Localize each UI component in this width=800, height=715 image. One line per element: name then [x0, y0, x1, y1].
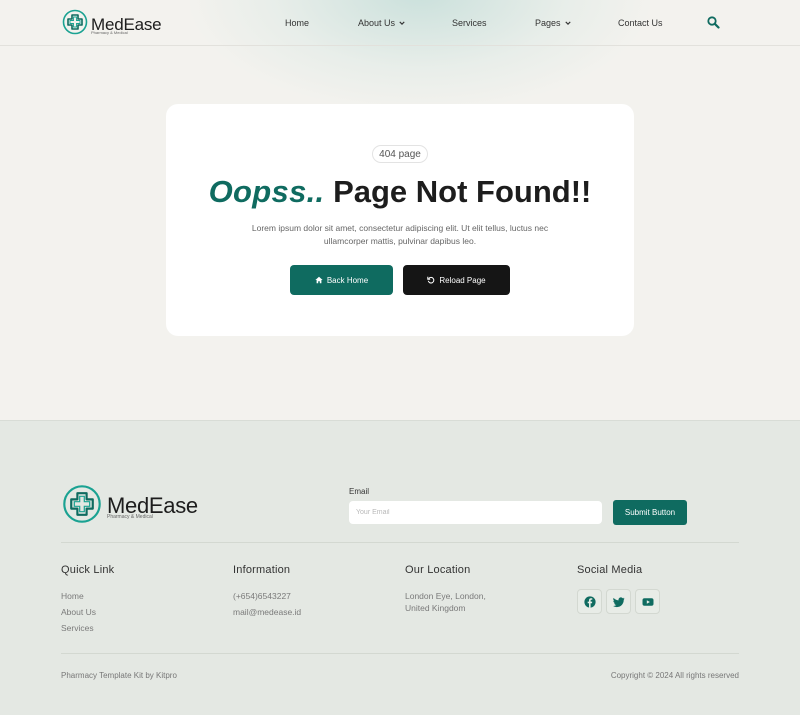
location-line-2: United Kingdom	[405, 603, 466, 613]
medical-cross-logo-icon	[62, 9, 88, 40]
social-media-title: Social Media	[577, 564, 643, 576]
nav-about-us-label: About Us	[358, 18, 396, 28]
main-section: MedEase Pharmacy & Medical Home About Us…	[0, 0, 800, 420]
social-links	[577, 589, 660, 614]
email-label: Email	[349, 487, 370, 496]
nav-contact-us-label: Contact Us	[618, 18, 663, 28]
twitter-icon[interactable]	[606, 589, 631, 614]
information-title: Information	[233, 564, 291, 576]
footer-bottom-divider	[61, 653, 739, 654]
brand-logo[interactable]: MedEase Pharmacy & Medical	[62, 9, 162, 40]
error-card: 404 page Oopss.. Page Not Found!! Lorem …	[166, 104, 634, 336]
reload-page-label: Reload Page	[439, 275, 486, 285]
error-badge: 404 page	[372, 145, 428, 163]
copyright-text: Copyright © 2024 All rights reserved	[610, 671, 739, 680]
search-icon[interactable]	[707, 16, 720, 29]
footer-credit: Pharmacy Template Kit by Kitpro	[61, 671, 177, 680]
youtube-icon[interactable]	[635, 589, 660, 614]
quick-link-title: Quick Link	[61, 564, 115, 576]
nav-services-label: Services	[452, 18, 487, 28]
nav-pages-label: Pages	[535, 18, 561, 28]
reload-icon	[427, 276, 435, 284]
chevron-down-icon	[399, 21, 405, 25]
footer-link-about-us[interactable]: About Us	[61, 606, 114, 618]
footer-link-home[interactable]: Home	[61, 590, 114, 602]
home-icon	[315, 276, 323, 284]
footer-brand-tagline: Pharmacy & Medical	[107, 514, 153, 520]
quick-link-column: Quick Link Home About Us Services	[61, 564, 114, 638]
back-home-button[interactable]: Back Home	[290, 265, 393, 295]
navbar: MedEase Pharmacy & Medical Home About Us…	[0, 0, 800, 46]
headline-rest: Page Not Found!!	[333, 174, 592, 209]
page-title: Oopss.. Page Not Found!!	[166, 174, 634, 210]
location-column: Our Location London Eye, London, United …	[405, 564, 486, 614]
nav-home-label: Home	[285, 18, 310, 28]
location-title: Our Location	[405, 564, 471, 576]
nav-contact-us[interactable]: Contact Us	[618, 18, 663, 28]
headline-accent: Oopss..	[208, 174, 325, 209]
reload-page-button[interactable]: Reload Page	[403, 265, 510, 295]
brand-tagline: Pharmacy & Medical	[91, 30, 128, 35]
submit-button[interactable]: Submit Button	[613, 500, 687, 525]
back-home-label: Back Home	[326, 275, 369, 285]
social-media-column: Social Media	[577, 564, 660, 614]
footer-brand-logo[interactable]: MedEase Pharmacy & Medical	[62, 484, 198, 529]
email-field[interactable]	[349, 501, 602, 524]
chevron-down-icon	[564, 21, 571, 25]
nav-home[interactable]: Home	[285, 18, 309, 28]
nav-pages[interactable]: Pages	[535, 18, 571, 28]
footer-divider	[61, 542, 739, 543]
contact-phone: (+654)6543227	[233, 591, 291, 601]
medical-cross-logo-icon	[62, 484, 102, 529]
footer-link-services[interactable]: Services	[61, 622, 114, 634]
nav-about-us[interactable]: About Us	[358, 18, 405, 28]
error-description: Lorem ipsum dolor sit amet, consectetur …	[251, 223, 549, 246]
information-column: Information (+654)6543227 mail@medease.i…	[233, 564, 301, 618]
facebook-icon[interactable]	[577, 589, 602, 614]
contact-email: mail@medease.id	[233, 607, 302, 617]
nav-services[interactable]: Services	[452, 18, 487, 28]
footer: MedEase Pharmacy & Medical Email Submit …	[0, 420, 800, 715]
location-line-1: London Eye, London,	[405, 591, 486, 601]
